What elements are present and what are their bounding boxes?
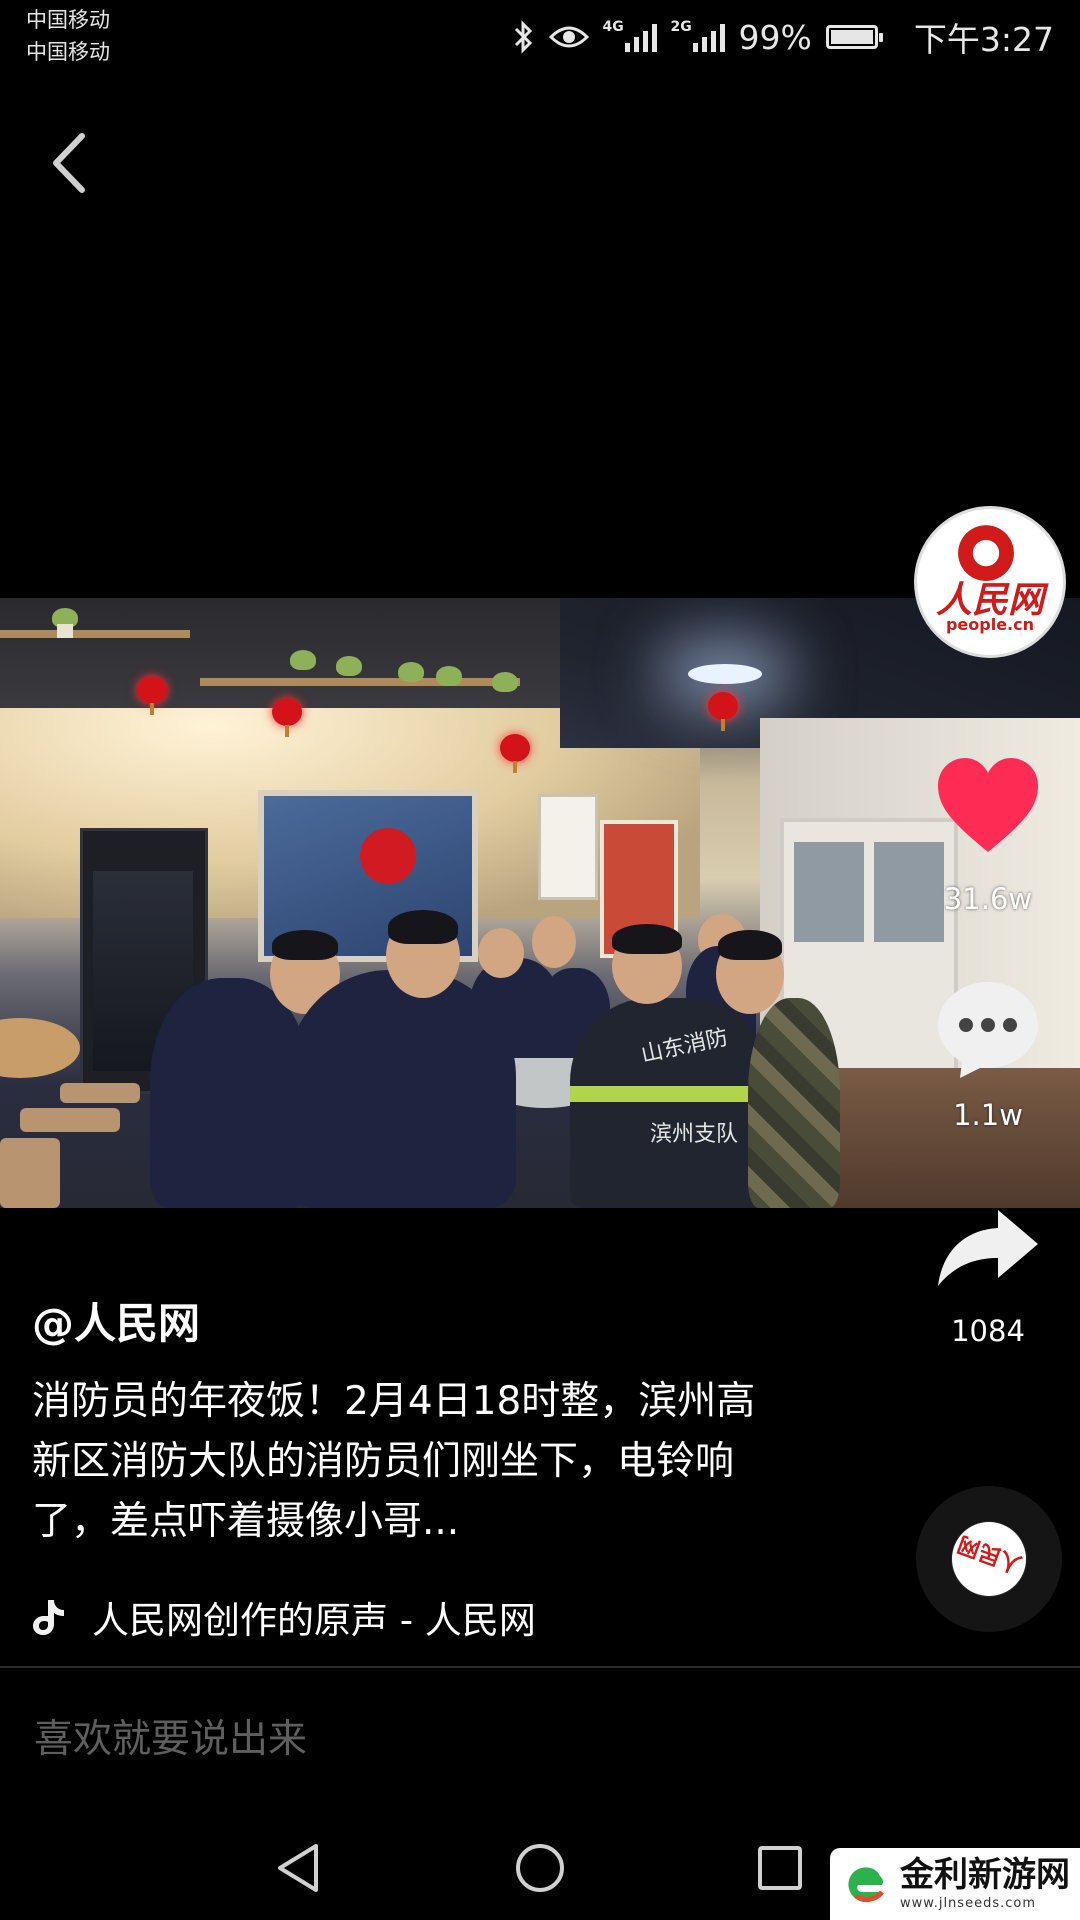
battery-icon: [825, 25, 883, 49]
potted-plant: [398, 662, 424, 682]
bluetooth-icon: [514, 20, 532, 54]
clock: 下午3:27: [913, 20, 1054, 59]
potted-plant: [492, 672, 518, 692]
site-watermark: 金利新游网 www.jlnseeds.com: [830, 1848, 1080, 1920]
watermark-logo-icon: [848, 1867, 884, 1903]
nav-back-icon[interactable]: [270, 1838, 330, 1898]
jacket-text: 山东消防: [638, 1025, 731, 1068]
potted-plant: [336, 656, 362, 676]
disc-logo-icon: 人民网: [952, 1522, 1026, 1596]
network-type-label: 4G: [602, 19, 624, 35]
heart-icon[interactable]: [934, 756, 1042, 854]
hair: [388, 910, 458, 944]
carrier-label-2: 中国移动: [26, 40, 110, 64]
comment-count: 1.1w: [953, 1098, 1023, 1132]
hair: [272, 930, 338, 960]
stool: [60, 1083, 140, 1103]
stool: [20, 1108, 120, 1132]
battery-fill: [830, 30, 873, 44]
head: [532, 916, 576, 968]
red-lantern: [708, 692, 738, 731]
disc-logo-text: 人民网: [954, 1530, 1026, 1577]
red-lantern: [500, 734, 530, 773]
network-type-label: 2G: [670, 19, 692, 35]
hair: [718, 930, 782, 960]
music-track-title: 人民网创作的原声 - 人民网: [92, 1599, 536, 1642]
signal-icon: 4G: [602, 19, 657, 52]
ceiling-lamp: [688, 664, 762, 684]
avatar-logo-domain: people.cn: [945, 615, 1035, 634]
hair: [612, 924, 682, 954]
music-note-icon: [33, 1600, 64, 1635]
status-icons: 4G 2G 99% 下午3:27: [513, 16, 1054, 59]
eye-icon: [548, 26, 589, 48]
carrier-label-1: 中国移动: [26, 8, 110, 32]
potted-plant: [436, 666, 462, 686]
nav-home-icon[interactable]: [510, 1838, 570, 1898]
reflective-stripe: [570, 1086, 770, 1102]
round-table: [0, 1018, 80, 1078]
person: [748, 998, 840, 1208]
back-arrow-icon[interactable]: [40, 128, 100, 198]
jacket-text: 滨州支队: [650, 1122, 739, 1147]
red-lantern: [137, 676, 167, 715]
post-caption[interactable]: 消防员的年夜饭！2月4日18时整，滨州高新区消防大队的消防员们刚坐下，电铃响了，…: [32, 1372, 772, 1552]
nav-recents-icon[interactable]: [750, 1838, 810, 1898]
red-lantern: [272, 698, 302, 737]
comment-input[interactable]: [32, 1708, 836, 1770]
potted-plant: [290, 650, 316, 670]
plant-pot: [57, 624, 73, 638]
share-icon[interactable]: [934, 1206, 1042, 1290]
firefighter-jacket: 山东消防 滨州支队: [570, 998, 770, 1208]
like-count: 31.6w: [943, 882, 1033, 916]
shelf: [0, 630, 190, 638]
fu-decoration: [360, 828, 416, 884]
watermark-url: www.jlnseeds.com: [900, 1895, 1036, 1911]
music-disc[interactable]: 人民网: [916, 1486, 1062, 1632]
shelf: [200, 678, 520, 686]
battery-percent: 99%: [738, 17, 812, 57]
comment-icon[interactable]: [934, 978, 1042, 1080]
music-row[interactable]: 人民网创作的原声 - 人民网: [32, 1590, 592, 1644]
head: [478, 928, 524, 978]
comment-bar: [0, 1668, 1080, 1808]
notice-frame: [538, 794, 598, 900]
watermark-title: 金利新游网: [900, 1854, 1070, 1895]
stool: [0, 1138, 60, 1208]
signal-icon: 2G: [670, 19, 725, 52]
channel-avatar[interactable]: 人民网 people.cn: [914, 506, 1066, 658]
author-username[interactable]: @人民网: [32, 1290, 200, 1351]
share-count: 1084: [951, 1314, 1025, 1348]
